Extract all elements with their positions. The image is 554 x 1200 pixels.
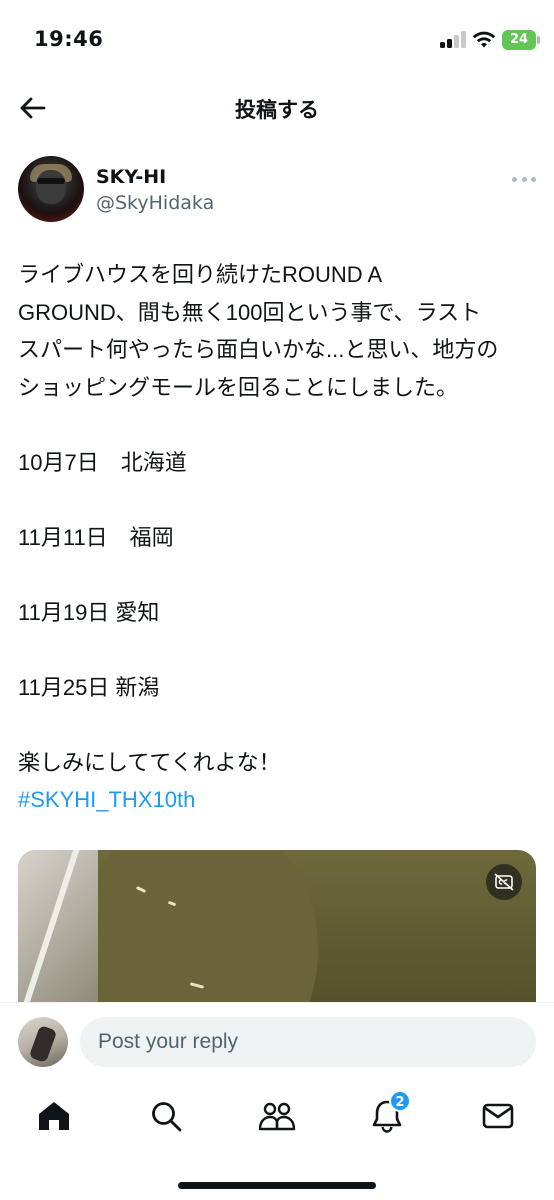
notifications-badge: 2 [389,1090,411,1112]
status-bar: 19:46 24 [0,0,554,80]
tab-notifications[interactable]: 2 [365,1090,411,1138]
tab-home[interactable] [32,1094,76,1138]
schedule-line: 11月11日 福岡 [18,524,174,550]
status-time: 19:46 [34,27,104,51]
page-title: 投稿する [235,98,319,122]
user-avatar[interactable] [18,1017,68,1067]
tab-communities[interactable] [255,1094,299,1138]
schedule-line: 11月25日 新潟 [18,674,160,700]
wifi-icon [472,31,496,48]
post-media[interactable] [18,850,536,1020]
author-avatar[interactable] [18,156,84,222]
post-line: スパート何やったら面白いかな...と思い、地方の [18,337,499,362]
schedule-line: 11月19日 愛知 [18,599,160,625]
battery-indicator: 24 [502,30,540,50]
cellular-signal-icon [440,31,466,48]
tab-search[interactable] [144,1094,188,1138]
nav-header: 投稿する [0,80,554,136]
messages-icon [482,1103,514,1129]
schedule-line: 10月7日 北海道 [18,449,187,475]
author-handle[interactable]: @SkyHidaka [96,192,214,214]
home-indicator [178,1182,376,1189]
author-display-name[interactable]: SKY-HI [96,166,166,188]
hashtag-link[interactable]: #SKYHI_THX10th [18,781,538,819]
post-line: GROUND、間も無く100回という事で、ラスト [18,299,482,325]
reply-bar [0,1002,554,1080]
post-line: ショッピングモールを回ることにしました。 [18,374,459,400]
post-text: ライブハウスを回り続けたROUND A GROUND、間も無く100回という事で… [18,256,538,819]
more-icon[interactable] [512,174,536,184]
communities-icon [258,1102,296,1131]
post-line: ライブハウスを回り続けたROUND A [18,262,383,287]
tab-messages[interactable] [476,1094,520,1138]
home-icon [39,1102,69,1130]
reply-input[interactable] [80,1017,536,1067]
captions-off-icon[interactable] [486,864,522,900]
search-icon [152,1102,182,1132]
post-author: SKY-HI @SkyHidaka [18,154,538,226]
post-closing: 楽しみにしててくれよな！ [18,749,281,775]
